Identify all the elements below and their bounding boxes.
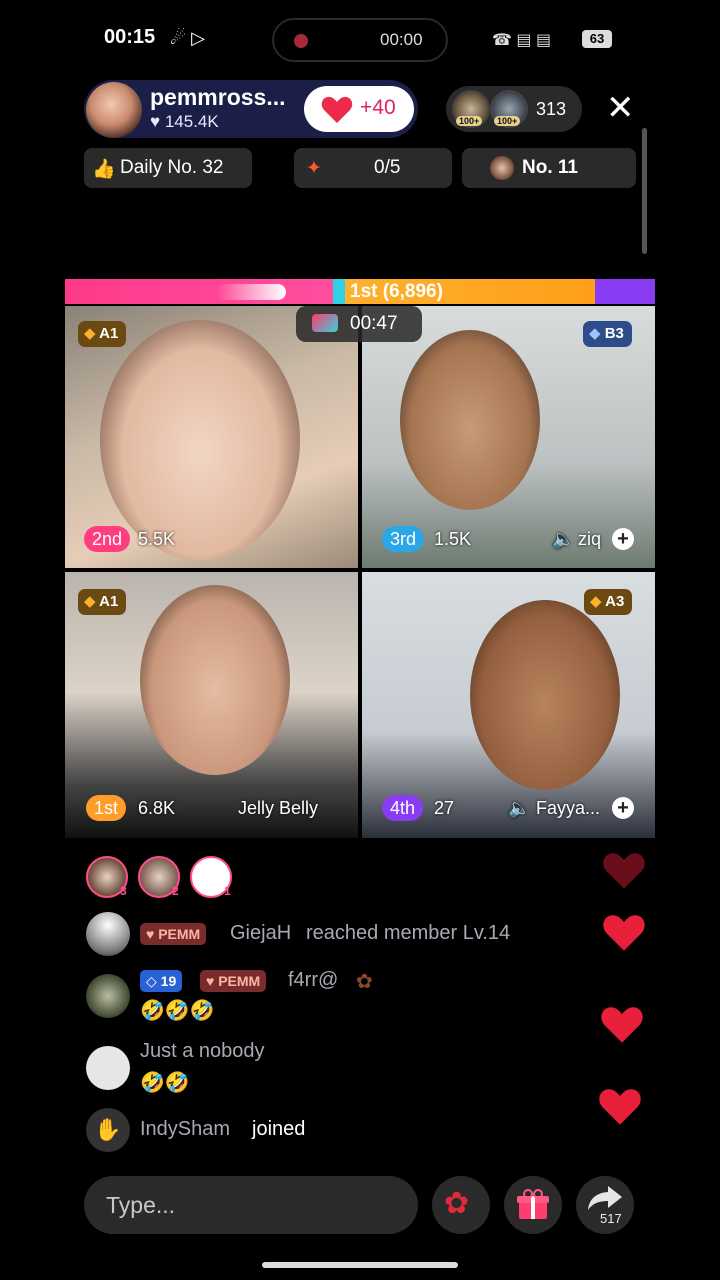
heart-icon (601, 1007, 643, 1043)
follow-button[interactable]: + (612, 528, 634, 550)
guest-name: Jelly Belly (238, 798, 319, 818)
place-badge: 2nd (84, 526, 131, 552)
chat-emoji: 🤣🤣🤣 (140, 1000, 215, 1022)
fan-badge: ♥ PEMM (140, 923, 207, 945)
battle-bar-purple (595, 279, 655, 304)
host-name: pemmross... (150, 84, 286, 110)
chat-avatar[interactable] (86, 912, 130, 956)
chat-username[interactable]: Just a nobody (140, 1040, 265, 1063)
guest-video-2 (400, 330, 540, 510)
diamond-icon: ◆ (84, 593, 96, 610)
rank-number: No. 11 (522, 157, 578, 178)
viewer-badge: 100+ (456, 116, 483, 126)
heart-icon: ♥ (150, 112, 161, 131)
guest-video-1 (100, 320, 300, 560)
place-badge: 4th (382, 795, 424, 821)
record-time: 00:00 (380, 30, 423, 49)
heart-icon (321, 96, 353, 123)
chat-avatar[interactable] (86, 974, 130, 1018)
chat-username[interactable]: GiejaH (230, 922, 291, 945)
chat-username[interactable]: f4rr@ (288, 969, 338, 992)
host-avatar[interactable] (86, 82, 142, 138)
tile-score: 6.8K (138, 798, 176, 818)
place-badge: 3rd (382, 526, 425, 552)
rocket-icon (216, 284, 286, 300)
comment-placeholder: Type... (106, 1192, 176, 1218)
gift-icon (517, 1189, 549, 1219)
like-increment: +40 (360, 96, 396, 119)
phoenix-icon: ✦ (306, 158, 322, 179)
battle-bar-pink (65, 279, 333, 304)
tile-score: 1.5K (434, 529, 472, 549)
place-badge: 1st (86, 795, 127, 821)
thumbs-up-icon: 👍 (92, 159, 116, 180)
rank-avatar (490, 156, 514, 180)
level-badge: ◇ 19 (140, 970, 183, 992)
leaf-icon: ✿ (356, 971, 373, 993)
tile-score: 5.5K (138, 529, 176, 549)
chat-avatar[interactable] (86, 1046, 130, 1090)
record-dot-icon (294, 34, 308, 48)
guest-video-4 (470, 600, 620, 790)
chat-emoji: 🤣🤣 (140, 1072, 190, 1094)
status-app-icons: ☄ ▷ (170, 28, 205, 48)
guest-name: ziq (578, 529, 602, 549)
viewer-count: 313 (536, 99, 567, 119)
home-indicator[interactable] (262, 1262, 458, 1268)
diamond-icon: ◆ (84, 325, 96, 342)
goal-progress: 0/5 (374, 157, 401, 178)
battle-icon (312, 314, 338, 332)
battle-timer-text: 00:47 (350, 313, 398, 334)
scrollbar[interactable] (642, 128, 647, 254)
chat-text: joined (252, 1118, 306, 1140)
heart-icon (599, 1089, 641, 1125)
guest-video-3 (140, 585, 290, 775)
close-icon[interactable]: ✕ (606, 91, 635, 125)
heart-icon (603, 915, 645, 951)
rose-icon: ✿ (444, 1187, 470, 1220)
level-badge: ◆ B3 (583, 321, 632, 347)
heart-icon (603, 853, 645, 889)
follow-button[interactable]: + (612, 797, 634, 819)
gifter-rank: 3 (120, 884, 127, 898)
tile-score: 27 (434, 798, 455, 818)
level-badge: ◆ A1 (78, 589, 127, 615)
share-icon (588, 1186, 622, 1210)
battery-icon: 63 (582, 30, 612, 48)
gifter-rank: 1 (224, 884, 231, 898)
fan-badge: ♥ PEMM (200, 970, 267, 992)
viewer-badge: 100+ (494, 116, 521, 126)
battle-bar-cyan (333, 279, 345, 304)
wave-icon: ✋ (86, 1108, 130, 1152)
chat-text: reached member Lv.14 (306, 922, 511, 944)
status-time: 00:15 (104, 26, 156, 48)
battle-leader: 1st (6,896) (350, 281, 443, 302)
guest-name: Fayya... (536, 798, 601, 818)
level-badge: ◆ A3 (584, 589, 633, 615)
mute-icon: 🔈 (552, 529, 575, 549)
diamond-icon: ◆ (590, 593, 602, 610)
signal-icon: ☎ ▤ ▤ (492, 32, 552, 49)
chat-username[interactable]: IndySham (140, 1118, 230, 1141)
daily-rank: Daily No. 32 (120, 157, 224, 178)
diamond-icon: ◆ (589, 325, 601, 342)
host-likes: ♥ 145.4K (150, 112, 219, 131)
share-count: 517 (600, 1211, 622, 1226)
gifter-rank: 2 (172, 884, 179, 898)
level-badge: ◆ A1 (78, 321, 127, 347)
mute-icon: 🔈 (508, 798, 531, 818)
